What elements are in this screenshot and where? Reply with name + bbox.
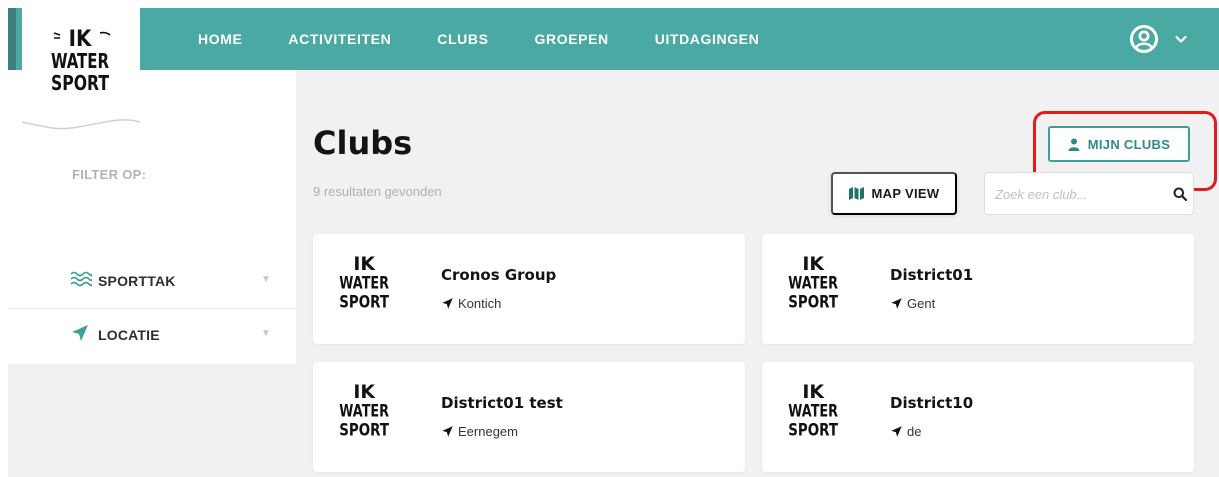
nav-uitdagingen[interactable]: UITDAGINGEN: [655, 31, 760, 47]
filter-sporttak-label: SPORTTAK: [98, 273, 176, 289]
svg-text:WATER: WATER: [51, 49, 109, 73]
nav-home[interactable]: HOME: [198, 31, 242, 47]
map-view-button[interactable]: MAP VIEW: [831, 172, 957, 215]
club-location-text: Eernegem: [458, 424, 518, 439]
logo-card[interactable]: IK WATER SPORT: [22, 8, 140, 136]
filter-locatie[interactable]: LOCATIE ▼: [8, 308, 296, 358]
ik-watersport-logo[interactable]: IK WATER SPORT: [46, 24, 116, 108]
club-location-text: de: [907, 424, 922, 439]
logo-wave-decoration: [22, 110, 140, 130]
svg-text:WATER: WATER: [788, 274, 838, 294]
club-location: Kontich: [441, 296, 501, 311]
nav-groepen[interactable]: GROEPEN: [535, 31, 609, 47]
filter-locatie-label: LOCATIE: [98, 327, 160, 343]
club-location-text: Gent: [907, 296, 936, 311]
page-title: Clubs: [313, 124, 413, 162]
svg-text:IK: IK: [802, 254, 825, 275]
topbar-accent-strip: [8, 8, 16, 70]
app-frame: HOME ACTIVITEITEN CLUBS GROEPEN UITDAGIN…: [8, 8, 1219, 477]
svg-text:SPORT: SPORT: [339, 421, 389, 441]
search-input[interactable]: [995, 183, 1165, 205]
location-arrow-icon: [442, 426, 453, 437]
svg-text:SPORT: SPORT: [788, 293, 838, 313]
svg-text:WATER: WATER: [339, 402, 389, 422]
club-location: Eernegem: [441, 424, 518, 439]
svg-text:SPORT: SPORT: [339, 293, 389, 313]
club-card[interactable]: IK WATER SPORT District01 test Eernegem: [313, 362, 745, 472]
club-card[interactable]: IK WATER SPORT District01 Gent: [762, 234, 1194, 344]
main-nav: HOME ACTIVITEITEN CLUBS GROEPEN UITDAGIN…: [198, 8, 805, 70]
club-logo: IK WATER SPORT: [339, 254, 389, 313]
club-name[interactable]: District01: [890, 266, 973, 284]
map-view-label: MAP VIEW: [871, 186, 940, 201]
location-arrow-icon: [891, 426, 902, 437]
club-name[interactable]: District10: [890, 394, 973, 412]
svg-text:IK: IK: [353, 254, 376, 275]
chevron-down-icon[interactable]: [1173, 31, 1189, 47]
svg-text:SPORT: SPORT: [51, 71, 110, 95]
user-circle-icon[interactable]: [1129, 24, 1159, 54]
top-navigation-bar: HOME ACTIVITEITEN CLUBS GROEPEN UITDAGIN…: [8, 8, 1219, 70]
club-name[interactable]: Cronos Group: [441, 266, 556, 284]
club-location: de: [890, 424, 921, 439]
chevron-down-icon: ▼: [261, 274, 271, 285]
map-icon: [848, 187, 864, 200]
club-search[interactable]: [984, 172, 1194, 215]
chevron-down-icon: ▼: [261, 328, 271, 339]
location-arrow-icon: [442, 298, 453, 309]
club-logo: IK WATER SPORT: [788, 254, 838, 313]
location-arrow-icon: [891, 298, 902, 309]
svg-text:IK: IK: [802, 382, 825, 403]
club-name[interactable]: District01 test: [441, 394, 563, 412]
svg-text:SPORT: SPORT: [788, 421, 838, 441]
club-location: Gent: [890, 296, 935, 311]
nav-activiteiten[interactable]: ACTIVITEITEN: [288, 31, 391, 47]
club-logo: IK WATER SPORT: [788, 382, 838, 441]
svg-text:WATER: WATER: [788, 402, 838, 422]
waves-icon: [70, 271, 92, 287]
club-card[interactable]: IK WATER SPORT District10 de: [762, 362, 1194, 472]
club-logo: IK WATER SPORT: [339, 382, 389, 441]
club-card[interactable]: IK WATER SPORT Cronos Group Kontich: [313, 234, 745, 344]
svg-text:IK: IK: [353, 382, 376, 403]
filter-label: FILTER OP:: [72, 167, 147, 182]
nav-clubs[interactable]: CLUBS: [437, 31, 488, 47]
location-arrow-icon: [72, 325, 88, 341]
results-count: 9 resultaten gevonden: [313, 184, 442, 199]
svg-text:WATER: WATER: [339, 274, 389, 294]
search-icon[interactable]: [1173, 187, 1187, 201]
user-menu[interactable]: [1129, 24, 1189, 54]
club-location-text: Kontich: [458, 296, 502, 311]
filter-sporttak[interactable]: SPORTTAK ▼: [8, 255, 296, 305]
